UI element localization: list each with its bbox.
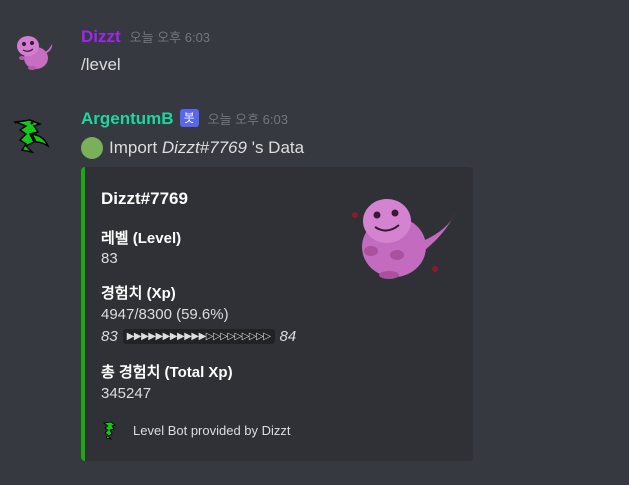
author-name[interactable]: ArgentumB (81, 109, 174, 129)
progress-current-level: 83 (101, 328, 118, 345)
pink-creature-icon (352, 199, 455, 279)
content-suffix: 's Data (246, 138, 305, 157)
user-avatar[interactable] (10, 30, 54, 74)
xp-progress: 83 ▶▶▶▶▶▶▶▶▶▶▶▷▷▷▷▷▷▷▷▷ 84 (101, 328, 296, 345)
embed-title: Dizzt#7769 (101, 189, 188, 208)
pink-creature-icon (10, 30, 54, 74)
embed-card: Dizzt#7769 레벨 (Level) 83 경험치 (Xp) 4947/8… (81, 167, 473, 461)
content-prefix: Import (109, 138, 162, 157)
author-name[interactable]: Dizzt (81, 27, 121, 47)
field-value-level: 83 (101, 250, 118, 267)
progress-bar: ▶▶▶▶▶▶▶▶▶▶▶▷▷▷▷▷▷▷▷▷ (122, 329, 275, 344)
field-name-xp: 경험치 (Xp) (101, 285, 176, 302)
footer-text: Level Bot provided by Dizzt (133, 422, 291, 438)
message-content: Import Dizzt#7769 's Data (81, 137, 304, 159)
bot-badge: 봇 (179, 109, 199, 127)
embed-footer: Level Bot provided by Dizzt (101, 419, 291, 441)
embed-thumbnail[interactable] (349, 185, 459, 285)
message-header: ArgentumB 봇 오늘 오후 6:03 (81, 109, 288, 129)
timestamp: 오늘 오후 6:03 (129, 30, 211, 45)
timestamp: 오늘 오후 6:03 (207, 112, 288, 127)
content-user-tag: Dizzt#7769 (161, 138, 247, 157)
progress-next-level: 84 (279, 328, 297, 345)
field-value-xp: 4947/8300 (59.6%) (101, 306, 229, 323)
field-name-total-xp: 총 경험치 (Total Xp) (101, 364, 233, 381)
message-header: Dizzt 오늘 오후 6:03 (81, 27, 210, 47)
message-content: /level (81, 55, 121, 74)
bot-avatar[interactable] (10, 112, 54, 156)
green-circle-icon (81, 137, 103, 159)
green-dragon-icon (10, 112, 54, 156)
field-name-level: 레벨 (Level) (101, 230, 182, 247)
green-dragon-icon (102, 421, 116, 440)
field-value-total-xp: 345247 (101, 385, 152, 402)
